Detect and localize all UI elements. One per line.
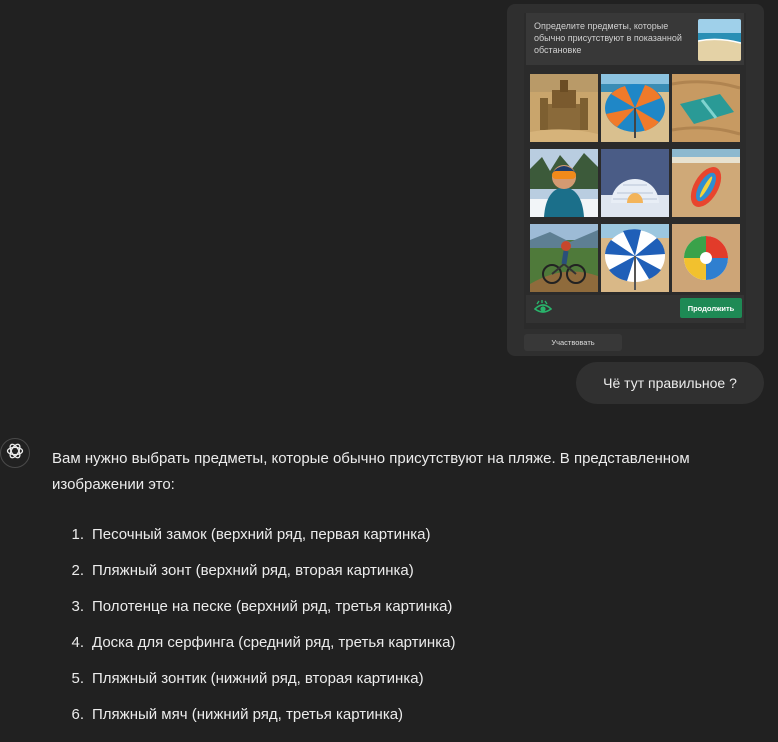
assistant-answer-list: 1. Песочный замок (верхний ряд, первая ка… [52, 522, 732, 738]
captcha-tile-sandcastle[interactable] [530, 74, 598, 142]
assistant-message: Вам нужно выбрать предметы, которые обыч… [52, 446, 752, 498]
list-item: 6. Пляжный мяч (нижний ряд, третья картин… [52, 702, 732, 738]
captcha-tile-skier[interactable] [530, 149, 598, 217]
captcha-header: Определите предметы, которые обычно прис… [526, 13, 744, 65]
list-item: 3. Полотенце на песке (верхний ряд, треть… [52, 594, 732, 630]
user-message-text: Чё тут правильное ? [603, 375, 737, 391]
list-item-number: 3. [71, 598, 84, 615]
user-uploaded-image[interactable]: Определите предметы, которые обычно прис… [507, 4, 764, 356]
list-item-text: Пляжный зонт (верхний ряд, вторая картин… [92, 562, 414, 579]
assistant-avatar [0, 438, 30, 468]
list-item-number: 5. [71, 670, 84, 687]
captcha-reference-image [698, 19, 741, 61]
list-item-number: 2. [71, 562, 84, 579]
list-item-text: Полотенце на песке (верхний ряд, третья … [92, 598, 453, 615]
captcha-tile-beach-umbrella[interactable] [601, 74, 669, 142]
captcha-footer: Продолжить [526, 295, 744, 323]
list-item-text: Песочный замок (верхний ряд, первая карт… [92, 526, 431, 543]
captcha-tile-igloo[interactable] [601, 149, 669, 217]
list-item: 1. Песочный замок (верхний ряд, первая ка… [52, 522, 732, 558]
captcha-widget: Определите предметы, которые обычно прис… [524, 13, 746, 329]
list-item-number: 1. [71, 526, 84, 543]
captcha-tile-mountain-biker[interactable] [530, 224, 598, 292]
captcha-tile-surfboard[interactable] [672, 149, 740, 217]
list-item: 2. Пляжный зонт (верхний ряд, вторая карт… [52, 558, 732, 594]
list-item-number: 6. [71, 706, 84, 723]
list-item-number: 4. [71, 634, 84, 651]
captcha-tile-beach-ball[interactable] [672, 224, 740, 292]
user-message-bubble: Чё тут правильное ? [576, 362, 764, 404]
captcha-tile-towel[interactable] [672, 74, 740, 142]
captcha-tile-beach-umbrella-blue[interactable] [601, 224, 669, 292]
captcha-prompt: Определите предметы, которые обычно прис… [534, 21, 682, 55]
list-item-text: Пляжный мяч (нижний ряд, третья картинка… [92, 706, 404, 723]
assistant-intro: Вам нужно выбрать предметы, которые обыч… [52, 450, 690, 493]
openai-logo-icon [5, 441, 25, 466]
captcha-brand-icon [533, 300, 553, 321]
list-item-text: Пляжный зонтик (нижний ряд, вторая карти… [92, 670, 424, 687]
captcha-participate-button[interactable]: Участвовать [524, 334, 622, 351]
list-item-text: Доска для серфинга (средний ряд, третья … [92, 634, 456, 651]
list-item: 5. Пляжный зонтик (нижний ряд, вторая кар… [52, 666, 732, 702]
list-item: 4. Доска для серфинга (средний ряд, треть… [52, 630, 732, 666]
captcha-continue-button[interactable]: Продолжить [680, 298, 742, 318]
